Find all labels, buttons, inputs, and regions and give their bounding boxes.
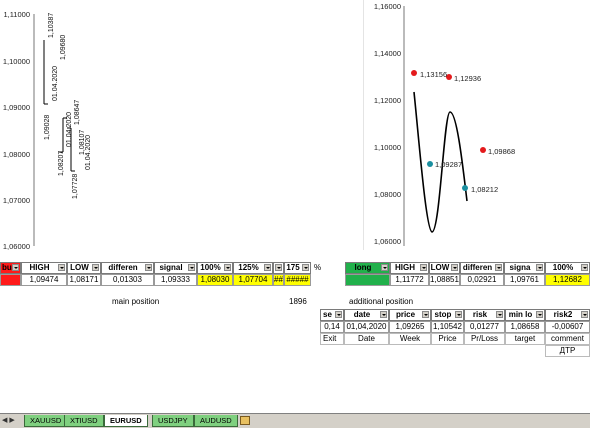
bar-label: 1,07728 [72,174,79,199]
cell-risk2[interactable]: -0,00607 [545,321,590,333]
col-header-se[interactable]: se [320,309,344,321]
main-position-value: 1896 [289,297,307,306]
cell-target-label[interactable]: target [505,333,545,345]
red-point [480,147,486,153]
cell-narrow[interactable]: ## [273,274,284,286]
cell-comment-label[interactable]: comment [545,333,590,345]
red-point [411,70,417,76]
cell-long[interactable] [345,274,390,286]
col-header-low[interactable]: LOW [67,262,101,274]
y-tick: 1,07000 [3,196,30,205]
main-position-label: main position [112,297,160,306]
sheet-tab-xauusd[interactable]: XAUUSD [24,415,68,427]
cell-125[interactable]: 1,07704 [233,274,273,286]
y-tick: 1,08000 [3,150,30,159]
cell-price[interactable]: 1,09265 [389,321,431,333]
y-tick: 1,06000 [374,237,401,246]
ohlc-bar [43,40,48,105]
col-header-percent: % [314,263,322,272]
cell-175[interactable]: ##### [284,274,311,286]
col-header-narrow[interactable] [273,262,284,274]
point-label: 1,12936 [454,74,481,83]
y-tick: 1,14000 [374,49,401,58]
point-label: 1,13156 [420,70,447,79]
y-tick: 1,16000 [374,2,401,11]
cell-se[interactable]: 0,14 [320,321,344,333]
col-header-high[interactable]: HIGH [21,262,67,274]
cell-stop[interactable]: 1,10542 [431,321,464,333]
col-header-long[interactable]: long [345,262,390,274]
col-header-difference[interactable]: differen [101,262,154,274]
col-header-risk2[interactable]: risk2 [545,309,590,321]
col-header-bu[interactable]: bu [0,262,21,274]
col-header-min-lo[interactable]: min lo [505,309,545,321]
cell-exit[interactable]: Exit [320,333,344,345]
col-header-stop[interactable]: stop [431,309,464,321]
y-tick: 1,12000 [374,96,401,105]
teal-point [462,185,468,191]
bar-label: 1,09680 [60,35,67,60]
bar-label: 01.04.2020 [85,135,92,170]
y-tick: 1,06000 [3,242,30,250]
new-sheet-icon[interactable] [240,416,250,425]
col-header-100[interactable]: 100% [545,262,590,274]
bar-label: 1,10387 [48,13,55,38]
cell-100[interactable]: 1,08030 [197,274,233,286]
teal-point [427,161,433,167]
col-header-risk[interactable]: risk [464,309,505,321]
left-chart: 1,11000 1,10000 1,09000 1,08000 1,07000 … [3,0,364,250]
col-header-price[interactable]: price [389,309,431,321]
bar-label: 1,08647 [74,100,81,125]
col-header-high[interactable]: HIGH [390,262,429,274]
cell-dtr[interactable]: ДТР [545,345,590,357]
cell-bu[interactable] [0,274,21,286]
cell-date-label[interactable]: Date [344,333,389,345]
cell-difference[interactable]: 0,01303 [101,274,154,286]
cell-price-label[interactable]: Price [431,333,464,345]
point-label: 1,09868 [488,147,515,156]
right-chart: 1,16000 1,14000 1,12000 1,10000 1,08000 … [374,2,515,246]
cell-high[interactable]: 1,11772 [390,274,429,286]
col-header-signal[interactable]: signal [154,262,197,274]
cell-high[interactable]: 1,09474 [21,274,67,286]
col-header-date[interactable]: date [344,309,389,321]
cell-signal[interactable]: 1,09761 [504,274,545,286]
col-header-signal[interactable]: signa [504,262,545,274]
col-header-low[interactable]: LOW [429,262,460,274]
y-tick: 1,10000 [3,57,30,66]
cell-low[interactable]: 1,08171 [67,274,101,286]
y-tick: 1,09000 [3,103,30,112]
sheet-tab-xtiusd[interactable]: XTIUSD [64,415,104,427]
y-tick: 1,11000 [3,10,30,19]
cell-date[interactable]: 01,04,2020 [344,321,389,333]
cell-signal[interactable]: 1,09333 [154,274,197,286]
cell-low[interactable]: 1,08851 [429,274,460,286]
sheet-tab-eurusd[interactable]: EURUSD [104,415,148,427]
cell-risk[interactable]: 0,01277 [464,321,505,333]
tab-nav-buttons[interactable]: ◀ ▶ [2,416,22,426]
bar-label: 01.04.2020 [66,112,73,147]
col-header-175[interactable]: 175 [284,262,311,274]
y-tick: 1,10000 [374,143,401,152]
sheet-tab-usdjpy[interactable]: USDJPY [152,415,194,427]
sheet-tab-audusd[interactable]: AUDUSD [194,415,238,427]
point-label: 1,08212 [471,185,498,194]
cell-difference[interactable]: 0,02921 [460,274,504,286]
additional-position-label: additional position [349,297,414,306]
cell-week-label[interactable]: Week [389,333,431,345]
right-y-axis: 1,16000 1,14000 1,12000 1,10000 1,08000 … [374,2,401,246]
bar-label: 01.04.2020 [52,66,59,101]
left-y-axis: 1,11000 1,10000 1,09000 1,08000 1,07000 … [3,10,30,250]
col-header-125[interactable]: 125% [233,262,273,274]
cell-100[interactable]: 1,12682 [545,274,590,286]
y-tick: 1,08000 [374,190,401,199]
point-label: 1,09287 [435,160,462,169]
cell-prloss-label[interactable]: Pr/Loss [464,333,505,345]
bar-label: 1,08207 [58,151,65,176]
bar-label: 1,09028 [44,115,51,140]
col-header-100[interactable]: 100% [197,262,233,274]
cell-min-lo[interactable]: 1,08658 [505,321,545,333]
col-header-difference[interactable]: differen [460,262,504,274]
